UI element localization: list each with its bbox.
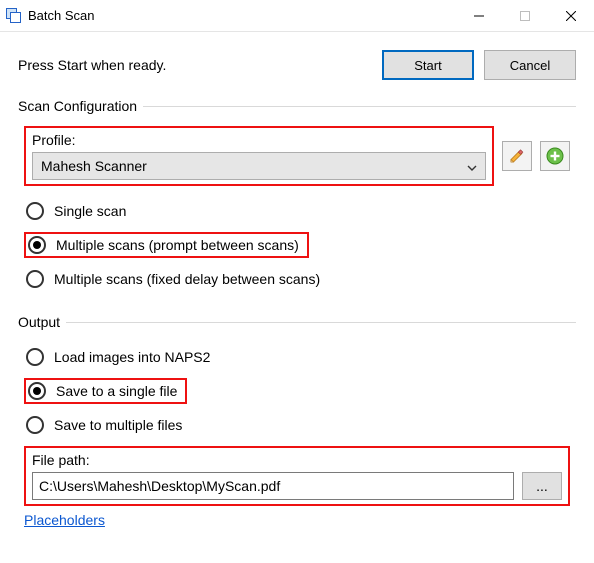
filepath-label: File path: xyxy=(32,452,562,468)
profile-value: Mahesh Scanner xyxy=(41,158,147,174)
start-button[interactable]: Start xyxy=(382,50,474,80)
scan-config-group: Scan Configuration Profile: Mahesh Scann… xyxy=(18,98,576,298)
add-profile-button[interactable] xyxy=(540,141,570,171)
titlebar: Batch Scan xyxy=(0,0,594,32)
radio-icon xyxy=(26,348,44,366)
cancel-button[interactable]: Cancel xyxy=(484,50,576,80)
radio-label: Multiple scans (fixed delay between scan… xyxy=(54,271,320,287)
radio-label: Single scan xyxy=(54,203,126,219)
output-legend: Output xyxy=(18,314,66,330)
profile-highlight: Profile: Mahesh Scanner xyxy=(24,126,494,186)
chevron-down-icon xyxy=(467,158,477,174)
plus-circle-icon xyxy=(546,147,564,165)
radio-icon xyxy=(28,236,46,254)
radio-label: Load images into NAPS2 xyxy=(54,349,210,365)
radio-icon xyxy=(28,382,46,400)
radio-multi-file[interactable]: Save to multiple files xyxy=(24,410,570,440)
minimize-button[interactable] xyxy=(456,0,502,32)
filepath-value: C:\Users\Mahesh\Desktop\MyScan.pdf xyxy=(39,478,280,494)
radio-single-file[interactable]: Save to a single file xyxy=(24,378,187,404)
radio-label: Multiple scans (prompt between scans) xyxy=(56,237,299,253)
radio-icon xyxy=(26,270,44,288)
top-row: Press Start when ready. Start Cancel xyxy=(18,50,576,80)
radio-icon xyxy=(26,416,44,434)
edit-profile-button[interactable] xyxy=(502,141,532,171)
radio-icon xyxy=(26,202,44,220)
filepath-input[interactable]: C:\Users\Mahesh\Desktop\MyScan.pdf xyxy=(32,472,514,500)
filepath-highlight: File path: C:\Users\Mahesh\Desktop\MySca… xyxy=(24,446,570,506)
profile-select[interactable]: Mahesh Scanner xyxy=(32,152,486,180)
pencil-icon xyxy=(509,148,525,164)
radio-multi-prompt-row: Multiple scans (prompt between scans) xyxy=(24,226,570,264)
app-icon xyxy=(6,8,22,24)
output-group: Output Load images into NAPS2 Save to a … xyxy=(18,314,576,532)
window-title: Batch Scan xyxy=(28,8,95,23)
scan-config-legend: Scan Configuration xyxy=(18,98,143,114)
radio-label: Save to a single file xyxy=(56,383,177,399)
radio-multi-prompt[interactable]: Multiple scans (prompt between scans) xyxy=(24,232,309,258)
maximize-button xyxy=(502,0,548,32)
radio-label: Save to multiple files xyxy=(54,417,182,433)
profile-label: Profile: xyxy=(32,132,486,148)
radio-multi-delay[interactable]: Multiple scans (fixed delay between scan… xyxy=(24,264,570,294)
ready-message: Press Start when ready. xyxy=(18,57,382,73)
placeholders-link[interactable]: Placeholders xyxy=(24,512,105,528)
close-button[interactable] xyxy=(548,0,594,32)
radio-single-scan[interactable]: Single scan xyxy=(24,196,570,226)
radio-single-file-row: Save to a single file xyxy=(24,372,570,410)
radio-load-naps2[interactable]: Load images into NAPS2 xyxy=(24,342,570,372)
browse-button[interactable]: ... xyxy=(522,472,562,500)
